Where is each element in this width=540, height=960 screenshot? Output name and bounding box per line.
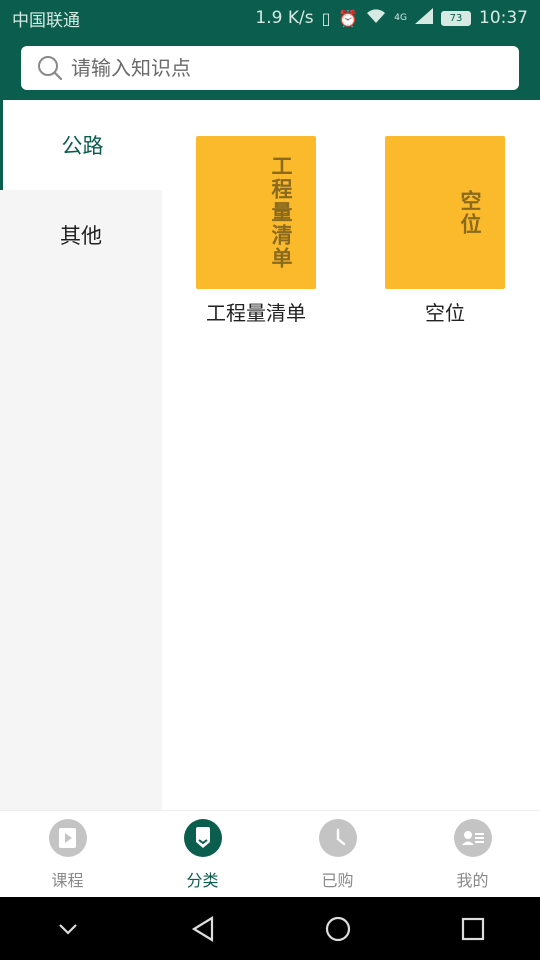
search-icon	[38, 56, 63, 81]
bottom-tab-bar: 课程 分类 已购 我的	[0, 810, 540, 897]
card-label: 工程量清单	[206, 301, 306, 325]
home-circle-icon	[325, 916, 350, 941]
cell-signal-icon	[415, 8, 433, 28]
carrier-label: 中国联通	[12, 10, 80, 31]
bookmark-icon	[183, 819, 222, 857]
tab-label: 我的	[456, 871, 489, 890]
nav-recents-button[interactable]	[443, 904, 503, 954]
card-cover[interactable]: 空位	[385, 136, 505, 289]
tab-profile[interactable]: 我的	[405, 811, 540, 897]
tab-label: 课程	[51, 871, 84, 890]
network-speed: 1.9 K/s	[255, 8, 314, 28]
status-bar: 中国联通 1.9 K/s ▯ ⏰ 4G 73 10:37	[0, 0, 540, 36]
category-item-highway[interactable]: 公路	[0, 100, 162, 190]
tab-categories[interactable]: 分类	[135, 811, 270, 897]
tab-label: 分类	[186, 871, 219, 890]
signal-type: 4G	[394, 13, 407, 23]
vibrate-icon: ▯	[321, 8, 331, 28]
back-triangle-icon	[191, 915, 213, 942]
tab-label: 已购	[321, 871, 354, 890]
card-cover-text: 工程量清单	[269, 155, 293, 270]
chevron-down-icon	[58, 923, 77, 935]
system-nav-bar	[0, 897, 540, 960]
profile-card-icon	[453, 819, 492, 857]
alarm-icon: ⏰	[338, 8, 359, 28]
header	[0, 36, 540, 100]
tab-courses[interactable]: 课程	[0, 811, 135, 897]
battery-indicator: 73	[441, 10, 471, 26]
nav-home-button[interactable]	[308, 904, 368, 954]
nav-back-button[interactable]	[173, 904, 233, 954]
search-input[interactable]	[71, 56, 491, 80]
nav-collapse-button[interactable]	[38, 904, 98, 954]
search-box[interactable]	[21, 46, 519, 90]
clock: 10:37	[479, 8, 528, 28]
recents-square-icon	[461, 917, 484, 940]
tab-purchased[interactable]: 已购	[270, 811, 405, 897]
clock-icon	[318, 819, 357, 857]
category-sidebar: 公路 其他	[0, 100, 162, 810]
category-label: 其他	[60, 224, 102, 248]
knowledge-card[interactable]: 工程量清单 工程量清单	[196, 136, 318, 326]
card-cover[interactable]: 工程量清单	[196, 136, 316, 289]
category-item-other[interactable]: 其他	[0, 190, 162, 280]
card-label: 空位	[425, 301, 465, 325]
category-label: 公路	[61, 134, 104, 158]
content-grid: 工程量清单 工程量清单 空位 空位	[162, 100, 540, 810]
card-cover-text: 空位	[458, 189, 482, 236]
status-indicators: 1.9 K/s ▯ ⏰ 4G 73 10:37	[255, 8, 528, 28]
play-book-icon	[48, 819, 87, 857]
wifi-icon	[366, 8, 386, 28]
knowledge-card[interactable]: 空位 空位	[385, 136, 507, 326]
